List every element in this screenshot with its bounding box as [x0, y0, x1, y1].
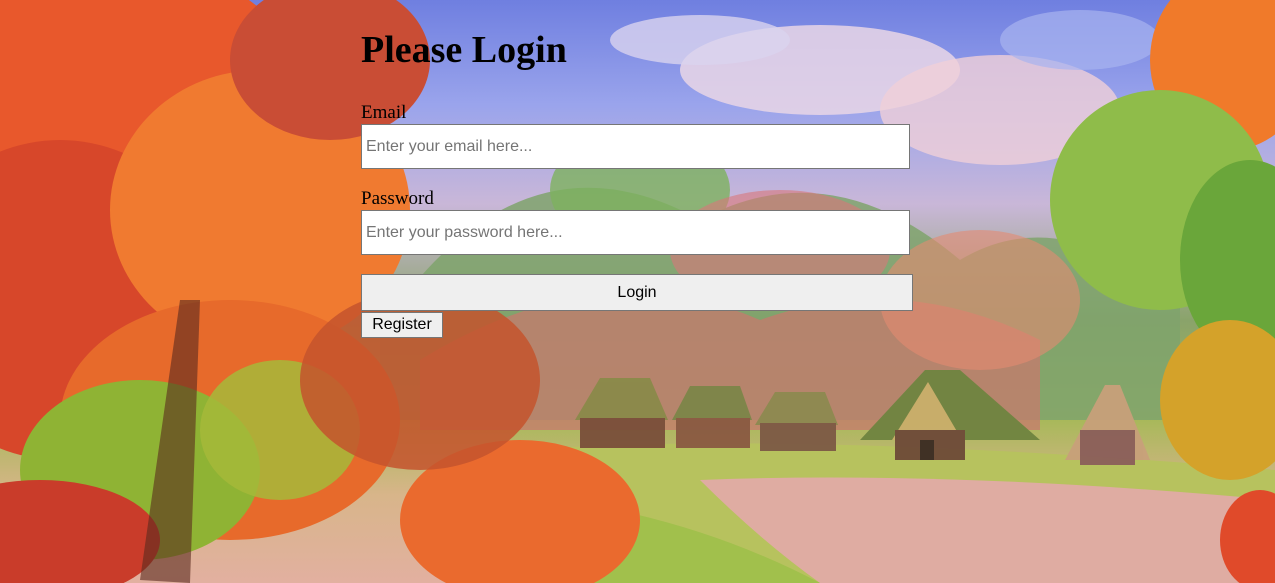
email-field[interactable] [361, 124, 910, 169]
register-button[interactable]: Register [361, 312, 443, 338]
email-label: Email [361, 102, 407, 123]
login-button[interactable]: Login [361, 274, 913, 311]
page-title: Please Login [361, 29, 567, 71]
password-label: Password [361, 188, 434, 209]
password-field[interactable] [361, 210, 910, 255]
